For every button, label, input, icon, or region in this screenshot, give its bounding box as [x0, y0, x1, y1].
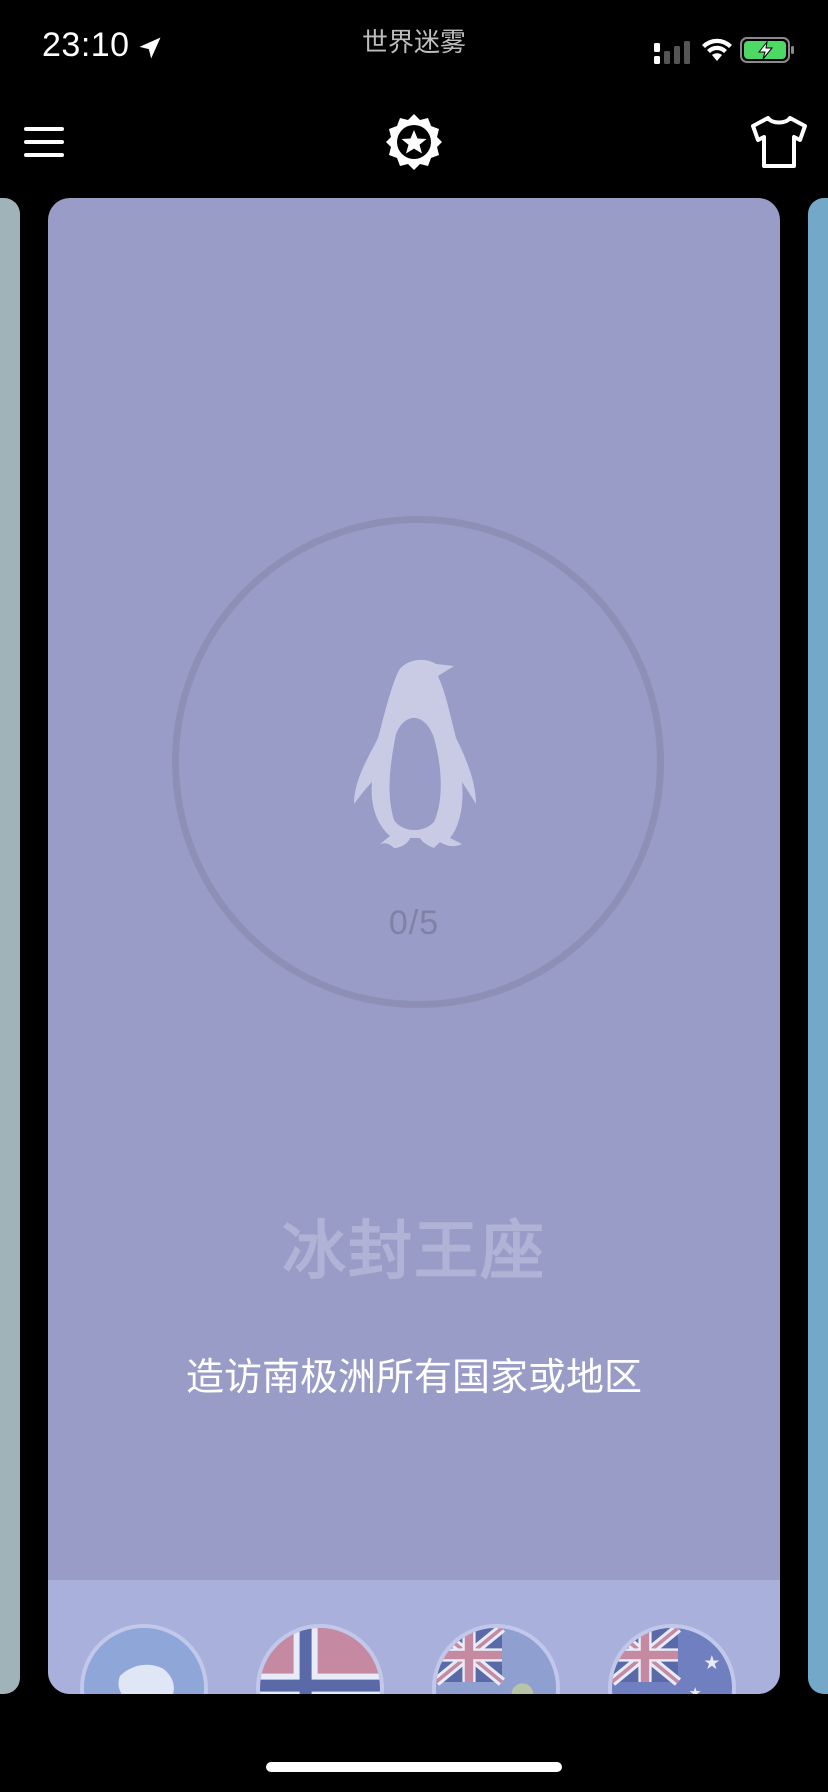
region-flag-strip: ★ ★ — [48, 1580, 780, 1694]
achievement-card[interactable]: 0/5 冰封王座 造访南极洲所有国家或地区 ★ ★ — [48, 198, 780, 1694]
british-antarctic-territory-flag-icon[interactable] — [432, 1624, 560, 1694]
status-bar: 23:10 世界迷雾 — [0, 0, 828, 96]
svg-text:★: ★ — [689, 1686, 702, 1694]
hamburger-menu-icon[interactable] — [22, 122, 66, 162]
battery-charging-icon — [740, 37, 794, 63]
achievement-title: 冰封王座 — [282, 1215, 546, 1289]
norway-flag-icon[interactable] — [256, 1624, 384, 1694]
next-achievement-card[interactable] — [808, 198, 828, 1694]
penguin-icon — [354, 659, 476, 848]
svg-text:★: ★ — [703, 1651, 720, 1674]
previous-achievement-card[interactable] — [0, 198, 20, 1694]
cellular-signal-icon — [654, 41, 690, 64]
achievement-description: 造访南极洲所有国家或地区 — [185, 1355, 642, 1399]
home-indicator[interactable] — [266, 1762, 562, 1772]
antarctica-flag-icon[interactable] — [80, 1624, 208, 1694]
star-badge-icon[interactable] — [384, 112, 444, 172]
australia-flag-icon[interactable]: ★ ★ — [608, 1624, 736, 1694]
t-shirt-icon[interactable] — [750, 114, 808, 170]
achievement-progress: 0/5 — [388, 904, 440, 942]
wifi-icon — [702, 38, 732, 61]
top-toolbar — [0, 96, 828, 192]
